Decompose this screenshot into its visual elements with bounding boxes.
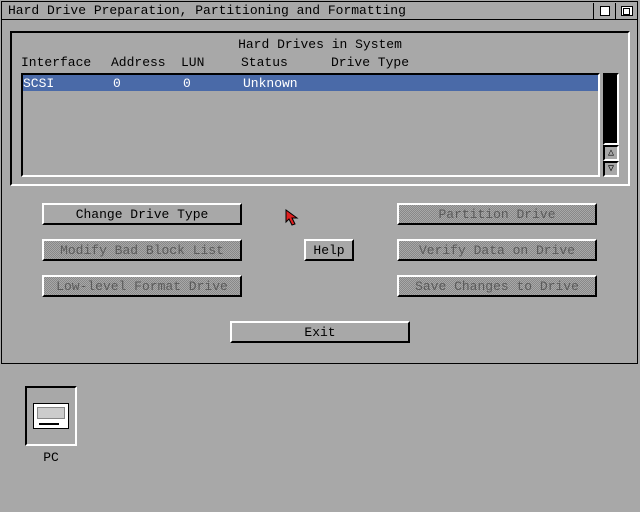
list-scrollbar: △ ▽ — [603, 73, 619, 177]
drives-panel: Hard Drives in System Interface Address … — [10, 31, 630, 186]
window-title: Hard Drive Preparation, Partitioning and… — [8, 3, 593, 18]
modify-bad-block-button[interactable]: Modify Bad Block List — [42, 239, 242, 261]
exit-button[interactable]: Exit — [230, 321, 410, 343]
modify-bad-block-label: Modify Bad Block List — [60, 243, 224, 258]
partition-drive-button[interactable]: Partition Drive — [397, 203, 597, 225]
low-level-format-button[interactable]: Low-level Format Drive — [42, 275, 242, 297]
iconify-icon — [600, 6, 610, 16]
save-changes-button[interactable]: Save Changes to Drive — [397, 275, 597, 297]
arrow-down-icon: ▽ — [608, 163, 614, 175]
header-type: Drive Type — [331, 55, 619, 70]
scroll-track[interactable] — [603, 73, 619, 145]
verify-data-label: Verify Data on Drive — [419, 243, 575, 258]
partition-drive-label: Partition Drive — [438, 207, 555, 222]
arrow-up-icon: △ — [608, 147, 614, 159]
header-status: Status — [241, 55, 331, 70]
scroll-down-button[interactable]: ▽ — [603, 161, 619, 177]
column-headers: Interface Address LUN Status Drive Type — [21, 55, 619, 70]
change-drive-type-button[interactable]: Change Drive Type — [42, 203, 242, 225]
cell-status: Unknown — [243, 76, 333, 91]
desktop-drive-icon[interactable]: PC — [23, 386, 79, 465]
low-level-format-label: Low-level Format Drive — [56, 279, 228, 294]
drive-row[interactable]: SCSI 0 0 Unknown — [23, 75, 598, 91]
cell-address: 0 — [113, 76, 183, 91]
help-button[interactable]: Help — [304, 239, 354, 261]
main-window: Hard Drive Preparation, Partitioning and… — [1, 1, 638, 364]
scroll-up-button[interactable]: △ — [603, 145, 619, 161]
help-label: Help — [313, 243, 344, 258]
header-lun: LUN — [181, 55, 241, 70]
cell-interface: SCSI — [23, 76, 113, 91]
save-changes-label: Save Changes to Drive — [415, 279, 579, 294]
header-address: Address — [111, 55, 181, 70]
window-titlebar[interactable]: Hard Drive Preparation, Partitioning and… — [2, 2, 637, 20]
drive-list[interactable]: SCSI 0 0 Unknown — [21, 73, 600, 177]
desktop-icon-label: PC — [41, 450, 61, 465]
change-drive-type-label: Change Drive Type — [76, 207, 209, 222]
drive-glyph-icon — [33, 403, 69, 429]
panel-heading: Hard Drives in System — [12, 37, 628, 52]
cell-lun: 0 — [183, 76, 243, 91]
exit-label: Exit — [304, 325, 335, 340]
iconify-gadget[interactable] — [593, 3, 615, 19]
zoom-gadget[interactable] — [615, 3, 637, 19]
zoom-icon — [621, 6, 633, 16]
header-interface: Interface — [21, 55, 111, 70]
drive-icon-frame — [25, 386, 77, 446]
verify-data-button[interactable]: Verify Data on Drive — [397, 239, 597, 261]
